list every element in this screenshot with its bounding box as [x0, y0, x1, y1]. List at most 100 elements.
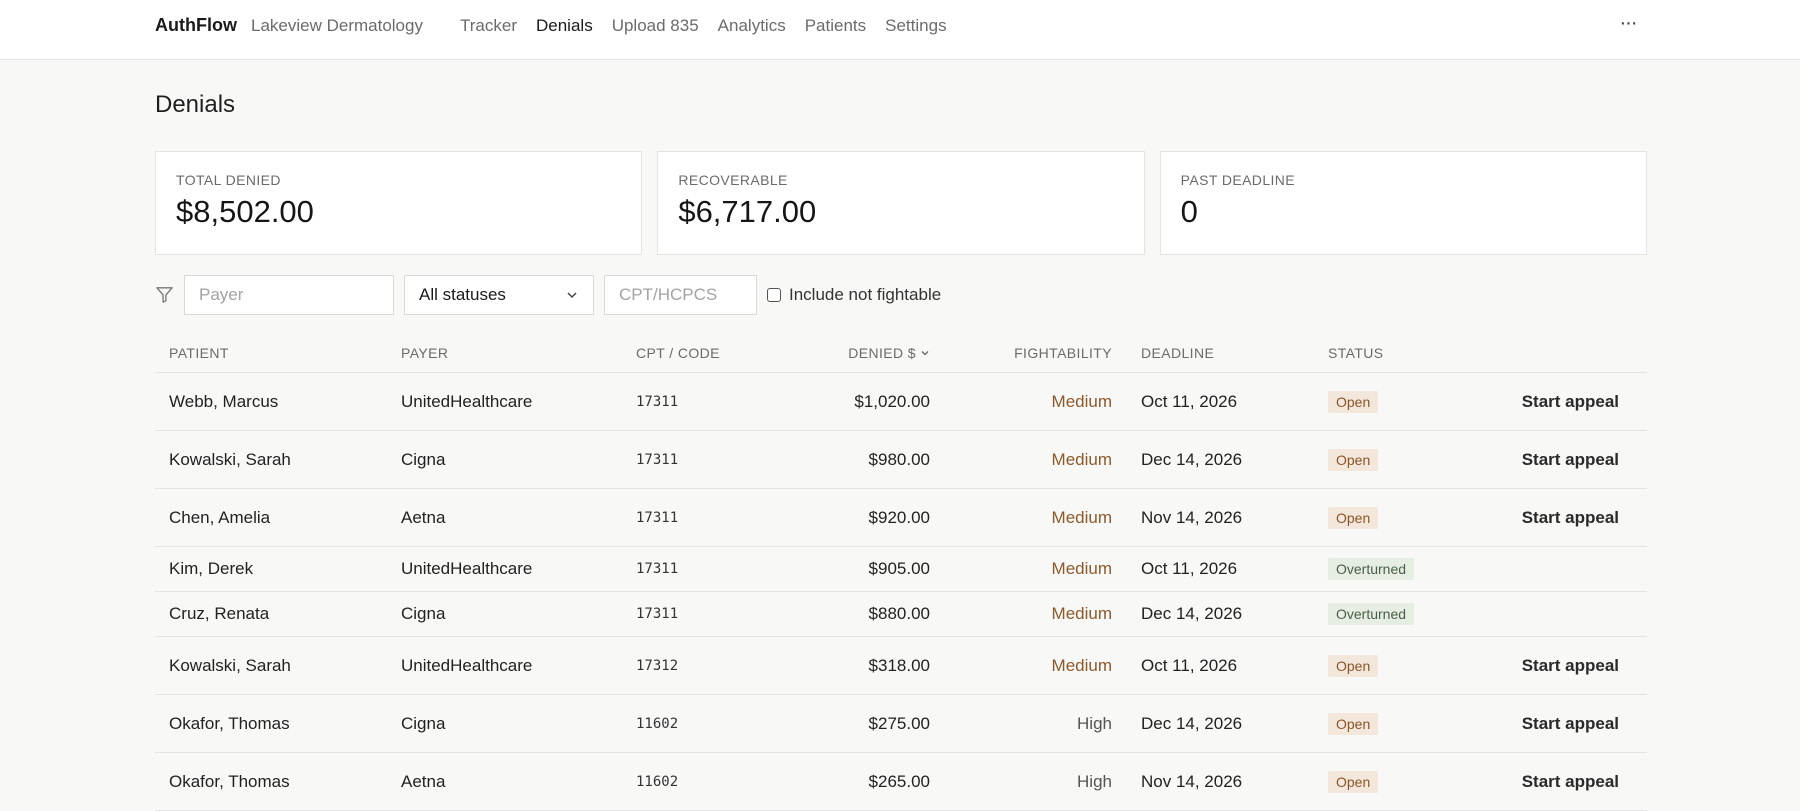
kpi-value: $8,502.00	[176, 194, 314, 229]
kpi-value: $6,717.00	[678, 194, 817, 229]
cell-patient: Okafor, Thomas	[169, 713, 290, 733]
cell-payer: Cigna	[401, 604, 446, 623]
col-header-denied[interactable]: DENIED $	[848, 345, 930, 361]
cell-denied-amount: $920.00	[868, 507, 930, 527]
table-row[interactable]: Webb, Marcus UnitedHealthcare 17311 $1,020.…	[155, 373, 1647, 431]
cell-denied-amount: $905.00	[868, 559, 930, 578]
include-not-fightable-toggle[interactable]: Include not fightable	[767, 285, 941, 305]
col-header-denied-label: DENIED $	[848, 345, 916, 361]
include-not-fightable-checkbox[interactable]	[767, 288, 781, 302]
cell-patient: Webb, Marcus	[169, 391, 279, 411]
chevron-down-icon	[567, 292, 577, 299]
cell-denied-amount: $1,020.00	[854, 391, 930, 411]
col-header-cpt[interactable]: CPT / CODE	[636, 345, 720, 361]
status-badge: Open	[1328, 448, 1379, 471]
cell-cpt: 17311	[636, 451, 679, 468]
status-filter-select[interactable]: All statuses	[404, 275, 594, 315]
table-row[interactable]: Okafor, Thomas Cigna 11602 $275.00 High Dec 1…	[155, 695, 1647, 753]
cell-denied-amount: $275.00	[868, 713, 930, 733]
col-header-status[interactable]: STATUS	[1328, 345, 1384, 361]
cell-fightability: Medium	[1051, 449, 1112, 469]
denials-table: PATIENT PAYER CPT / CODE DENIED $ FIGHTA…	[155, 332, 1647, 811]
top-navigation-bar: AuthFlow Lakeview Dermatology Tracker De…	[0, 0, 1800, 60]
include-not-fightable-label: Include not fightable	[789, 285, 942, 304]
cell-fightability: Medium	[1051, 655, 1112, 675]
table-header: PATIENT PAYER CPT / CODE DENIED $ FIGHTA…	[155, 332, 1647, 373]
cell-deadline: Oct 11, 2026	[1141, 559, 1238, 578]
start-appeal-button[interactable]: Start appeal	[1522, 714, 1619, 734]
cpt-filter-input[interactable]	[604, 275, 757, 315]
cell-payer: UnitedHealthcare	[401, 655, 533, 675]
cell-deadline: Dec 14, 2026	[1141, 604, 1243, 623]
kpi-recoverable: RECOVERABLE $6,717.00	[657, 151, 1145, 255]
cell-cpt: 11602	[636, 773, 679, 790]
table-row[interactable]: Kowalski, Sarah UnitedHealthcare 17312 $318…	[155, 637, 1647, 695]
status-select-value: All statuses	[419, 285, 506, 304]
nav-patients[interactable]: Patients	[805, 16, 866, 36]
cell-deadline: Nov 14, 2026	[1141, 771, 1243, 791]
nav-tracker[interactable]: Tracker	[460, 16, 517, 36]
payer-filter-input[interactable]	[184, 275, 394, 315]
status-badge: Overturned	[1328, 558, 1415, 580]
cell-payer: Cigna	[401, 713, 446, 733]
cell-patient: Kowalski, Sarah	[169, 655, 291, 675]
nav-settings[interactable]: Settings	[885, 16, 946, 36]
start-appeal-button[interactable]: Start appeal	[1522, 450, 1619, 470]
cell-payer: UnitedHealthcare	[401, 559, 533, 578]
more-options-icon[interactable]: ···	[1614, 11, 1642, 39]
table-body: Webb, Marcus UnitedHealthcare 17311 $1,020.…	[155, 373, 1647, 811]
cell-payer: UnitedHealthcare	[401, 391, 533, 411]
cell-patient: Kim, Derek	[169, 559, 254, 578]
table-row[interactable]: Okafor, Thomas Aetna 11602 $265.00 High Nov 1…	[155, 753, 1647, 811]
status-badge: Open	[1328, 390, 1379, 413]
cell-cpt: 11602	[636, 715, 679, 732]
cell-cpt: 17311	[636, 393, 679, 410]
col-header-patient[interactable]: PATIENT	[169, 345, 229, 361]
cell-fightability: Medium	[1051, 604, 1112, 623]
filter-bar: All statuses Include not fightable	[155, 275, 1155, 315]
cell-status: Open	[1328, 390, 1379, 413]
table-row[interactable]: Kim, Derek UnitedHealthcare 17311 $905.00 Me…	[155, 547, 1647, 592]
start-appeal-button[interactable]: Start appeal	[1522, 508, 1619, 528]
table-row[interactable]: Kowalski, Sarah Cigna 17311 $980.00 Medium De…	[155, 431, 1647, 489]
kpi-value: 0	[1180, 194, 1198, 229]
main-nav: Tracker Denials Upload 835 Analytics Pat…	[460, 16, 966, 36]
cell-payer: Aetna	[401, 771, 446, 791]
status-badge: Open	[1328, 712, 1379, 735]
cell-deadline: Nov 14, 2026	[1141, 507, 1243, 527]
cell-patient: Kowalski, Sarah	[169, 449, 291, 469]
nav-analytics[interactable]: Analytics	[718, 16, 786, 36]
table-row[interactable]: Cruz, Renata Cigna 17311 $880.00 Medium Dec 1…	[155, 592, 1647, 637]
col-header-payer[interactable]: PAYER	[401, 345, 448, 361]
cell-status: Open	[1328, 712, 1379, 735]
kpi-cards: TOTAL DENIED $8,502.00 RECOVERABLE $6,71…	[155, 151, 1647, 255]
nav-upload-835[interactable]: Upload 835	[612, 16, 699, 36]
cell-deadline: Dec 14, 2026	[1141, 449, 1243, 469]
cell-status: Overturned	[1328, 603, 1415, 625]
cell-fightability: High	[1077, 771, 1112, 791]
status-badge: Open	[1328, 654, 1379, 677]
cell-deadline: Dec 14, 2026	[1141, 713, 1243, 733]
start-appeal-button[interactable]: Start appeal	[1522, 656, 1619, 676]
cell-patient: Okafor, Thomas	[169, 771, 290, 791]
cell-denied-amount: $265.00	[868, 771, 930, 791]
col-header-fightability[interactable]: FIGHTABILITY	[1014, 345, 1112, 361]
kpi-past-deadline: PAST DEADLINE 0	[1159, 151, 1647, 255]
organization-name: Lakeview Dermatology	[251, 16, 423, 35]
cell-fightability: Medium	[1051, 507, 1112, 527]
start-appeal-button[interactable]: Start appeal	[1522, 772, 1619, 792]
cell-payer: Cigna	[401, 449, 446, 469]
start-appeal-button[interactable]: Start appeal	[1522, 392, 1619, 412]
table-row[interactable]: Chen, Amelia Aetna 17311 $920.00 Medium Nov 1…	[155, 489, 1647, 547]
nav-denials[interactable]: Denials	[536, 16, 593, 36]
sort-desc-icon	[921, 351, 929, 356]
brand-logo-text[interactable]: AuthFlow	[155, 15, 237, 36]
kpi-total-denied: TOTAL DENIED $8,502.00	[155, 151, 643, 255]
cell-patient: Cruz, Renata	[169, 604, 270, 623]
col-header-deadline[interactable]: DEADLINE	[1141, 345, 1214, 361]
cell-payer: Aetna	[401, 507, 446, 527]
cell-denied-amount: $318.00	[868, 655, 930, 675]
cell-denied-amount: $880.00	[868, 604, 930, 623]
cell-deadline: Oct 11, 2026	[1141, 391, 1238, 411]
status-badge: Overturned	[1328, 603, 1415, 625]
